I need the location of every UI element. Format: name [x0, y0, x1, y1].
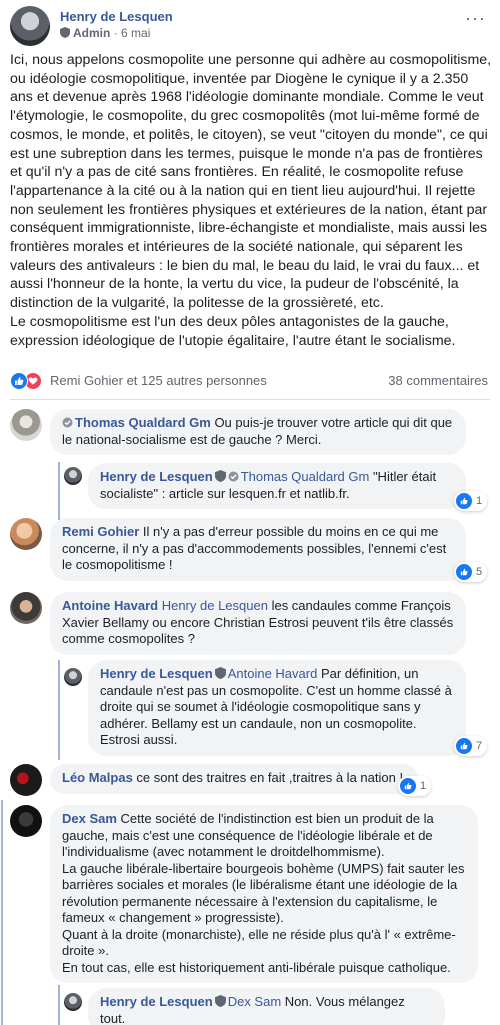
comments-count[interactable]: 38 commentaires	[388, 373, 488, 388]
commenter-name[interactable]: Henry de Lesquen	[100, 994, 213, 1009]
post-body: Ici, nous appelons cosmopolite une perso…	[10, 51, 494, 350]
post-author-name[interactable]: Henry de Lesquen	[60, 9, 173, 24]
like-count: 7	[476, 740, 483, 752]
post-header: Henry de Lesquen Admin · 6 mai ···	[10, 6, 490, 46]
tagged-user[interactable]: Antoine Havard	[228, 666, 318, 681]
post-paragraph-2: Le cosmopolitisme est l'un des deux pôle…	[10, 313, 456, 349]
commenter-name[interactable]: Antoine Havard	[62, 598, 158, 613]
comment-bubble: Léo Malpas ce sont des traitres en fait …	[50, 764, 418, 794]
like-count: 1	[420, 780, 427, 792]
verified-badge-icon	[62, 417, 73, 428]
like-icon	[456, 493, 472, 509]
thread-line	[58, 985, 60, 1025]
post-time[interactable]: 6 mai	[121, 26, 150, 40]
comment-bubble: Antoine Havard Henry de Lesquen les cand…	[50, 592, 466, 655]
post-paragraph-1: Ici, nous appelons cosmopolite une perso…	[10, 52, 492, 312]
thread-line	[1, 800, 3, 1025]
commenter-avatar[interactable]	[10, 805, 42, 837]
meta-separator: ·	[113, 26, 122, 40]
commenter-avatar[interactable]	[10, 592, 42, 624]
reactions-label[interactable]: Remi Gohier et 125 autres personnes	[50, 373, 267, 388]
commenter-avatar[interactable]	[64, 668, 82, 686]
comment-bubble: Henry de Lesquen Thomas Qualdard Gm "Hitl…	[88, 463, 466, 509]
commenter-avatar[interactable]	[10, 518, 42, 550]
comment-text: ce sont des traitres en fait ,traitres à…	[136, 770, 404, 785]
comment-bubble: Thomas Qualdard Gm Ou puis-je trouver vo…	[50, 409, 466, 455]
tagged-user[interactable]: Thomas Qualdard Gm	[241, 469, 370, 484]
comment-bubble: Remi Gohier Il n'y a pas d'erreur possib…	[50, 518, 466, 581]
admin-shield-icon	[214, 470, 226, 482]
commenter-name[interactable]: Remi Gohier	[62, 524, 139, 539]
admin-shield-icon	[60, 27, 70, 38]
comment-paragraph: Quant à la droite (monarchiste), elle ne…	[62, 926, 456, 959]
comment-bubble: Dex Sam Cette société de l'indistinction…	[50, 805, 478, 983]
reactions-bar: Remi Gohier et 125 autres personnes 38 c…	[10, 370, 490, 392]
thread-line	[58, 660, 60, 760]
commenter-name[interactable]: Henry de Lesquen	[100, 469, 213, 484]
comment-bubble: Henry de Lesquen Dex Sam Non. Vous mélang…	[88, 988, 445, 1025]
comment-bubble: Henry de Lesquen Antoine Havard Par défin…	[88, 660, 466, 756]
tagged-user[interactable]: Henry de Lesquen	[162, 598, 268, 613]
comment-paragraph: La gauche libérale-libertaire bourgeois …	[62, 860, 465, 926]
commenter-name[interactable]: Léo Malpas	[62, 770, 133, 785]
like-reaction-icon[interactable]	[10, 372, 28, 390]
like-icon	[456, 738, 472, 754]
post-options-icon[interactable]: ···	[465, 8, 486, 29]
verified-badge-icon	[228, 471, 239, 482]
commenter-name[interactable]: Dex Sam	[62, 811, 117, 826]
commenter-name[interactable]: Henry de Lesquen	[100, 666, 213, 681]
commenter-avatar[interactable]	[10, 409, 42, 441]
commenter-avatar[interactable]	[64, 993, 82, 1011]
post-meta: Admin · 6 mai	[60, 26, 150, 40]
like-icon	[400, 778, 416, 794]
tagged-user[interactable]: Dex Sam	[228, 994, 281, 1009]
admin-shield-icon	[214, 667, 226, 679]
commenter-avatar[interactable]	[64, 467, 82, 485]
comment-reactions[interactable]: 1	[454, 491, 488, 511]
comment-reactions[interactable]: 1	[398, 776, 432, 796]
comment-text: Cette société de l'indistinction est bie…	[62, 811, 434, 859]
comment-reactions[interactable]: 7	[454, 736, 488, 756]
comment-paragraph: Dex Sam Cette société de l'indistinction…	[62, 811, 466, 861]
divider	[10, 399, 490, 400]
like-icon	[456, 564, 472, 580]
admin-label: Admin	[73, 26, 111, 40]
admin-shield-icon	[214, 995, 226, 1007]
like-count: 1	[476, 495, 483, 507]
like-count: 5	[476, 566, 483, 578]
commenter-avatar[interactable]	[10, 764, 42, 796]
comment-reactions[interactable]: 5	[454, 562, 488, 582]
comment-paragraph: En tout cas, elle est historiquement ant…	[62, 959, 451, 975]
author-avatar[interactable]	[10, 6, 50, 46]
commenter-name[interactable]: Thomas Qualdard Gm	[75, 415, 211, 430]
thread-line	[58, 462, 60, 520]
